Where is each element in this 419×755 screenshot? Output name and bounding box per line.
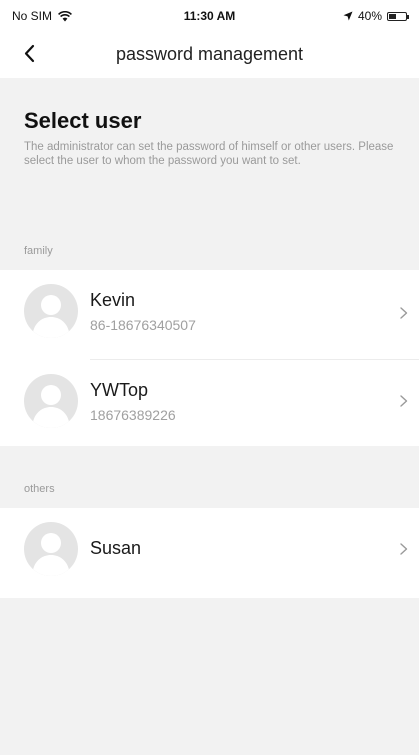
nav-bar: password management — [0, 30, 419, 78]
chevron-right-icon — [400, 307, 408, 319]
user-row-susan[interactable]: Susan — [0, 508, 419, 598]
chevron-right-icon — [400, 395, 408, 407]
user-row-kevin[interactable]: Kevin 86-18676340507 — [0, 270, 419, 360]
user-avatar-icon — [32, 385, 70, 428]
user-phone: 86-18676340507 — [90, 317, 196, 333]
section-label-others: others — [24, 483, 55, 495]
user-phone: 18676389226 — [90, 407, 176, 423]
battery-percent: 40% — [357, 9, 382, 23]
user-name: Susan — [90, 538, 142, 558]
avatar — [24, 374, 78, 428]
chevron-right-icon — [400, 543, 408, 555]
page-title: password management — [115, 44, 304, 64]
user-row-ywtop[interactable]: YWTop 18676389226 — [0, 360, 419, 446]
section-label-family: family — [24, 245, 53, 257]
location-arrow-icon — [343, 11, 353, 21]
avatar — [24, 522, 78, 576]
avatar — [24, 284, 78, 338]
empty-area — [0, 598, 419, 755]
user-avatar-icon — [32, 295, 70, 338]
instruction-text: The administrator can set the password o… — [24, 141, 394, 167]
status-bar: No SIM 11:30 AM 40% — [0, 0, 419, 30]
section-heading: Select user — [24, 108, 142, 133]
user-name: YWTop — [90, 380, 149, 400]
status-right: 40% — [343, 9, 409, 23]
user-avatar-icon — [32, 533, 70, 576]
battery-icon — [387, 11, 409, 21]
select-user-header: Select user The administrator can set th… — [0, 78, 419, 200]
user-name: Kevin — [90, 290, 136, 310]
